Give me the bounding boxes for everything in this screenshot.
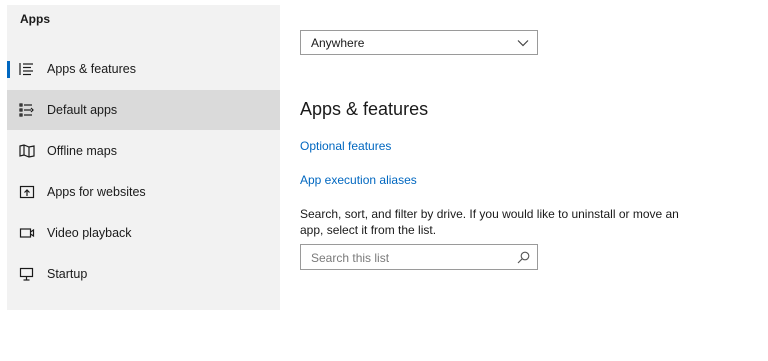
map-icon <box>19 144 35 158</box>
chevron-down-icon <box>517 40 529 47</box>
apps-list-icon <box>19 63 33 76</box>
sidebar-item-apps-features[interactable]: Apps & features <box>7 49 280 89</box>
sidebar-item-label: Video playback <box>47 226 132 240</box>
sidebar-item-label: Default apps <box>47 103 118 117</box>
app-execution-aliases-link[interactable]: App execution aliases <box>300 173 417 187</box>
sidebar-item-default-apps[interactable]: Default apps <box>7 90 280 130</box>
sidebar-item-label: Apps for websites <box>47 185 146 199</box>
search-input[interactable]: Search this list <box>300 244 538 270</box>
sidebar-item-label: Offline maps <box>47 144 117 158</box>
sidebar-item-label: Startup <box>47 267 88 281</box>
sidebar-title: Apps <box>20 12 50 26</box>
sidebar-item-apps-for-websites[interactable]: Apps for websites <box>7 172 280 212</box>
optional-features-link[interactable]: Optional features <box>300 139 391 153</box>
startup-icon <box>19 267 34 281</box>
selected-indicator <box>7 61 10 78</box>
section-title: Apps & features <box>300 99 429 119</box>
video-icon <box>19 228 35 238</box>
search-placeholder: Search this list <box>311 251 390 265</box>
sidebar-item-startup[interactable]: Startup <box>7 254 280 294</box>
default-apps-icon <box>19 103 34 117</box>
sidebar-item-video-playback[interactable]: Video playback <box>7 213 280 253</box>
sidebar: Apps Apps & features Default apps Offlin… <box>7 5 280 310</box>
sidebar-item-offline-maps[interactable]: Offline maps <box>7 131 280 171</box>
open-in-browser-icon <box>19 185 35 199</box>
description-text: Search, sort, and filter by drive. If yo… <box>300 207 679 237</box>
dropdown-value: Anywhere <box>311 36 365 50</box>
filter-dropdown[interactable]: Anywhere <box>300 30 538 55</box>
search-icon <box>517 251 530 264</box>
sidebar-item-label: Apps & features <box>47 62 136 76</box>
